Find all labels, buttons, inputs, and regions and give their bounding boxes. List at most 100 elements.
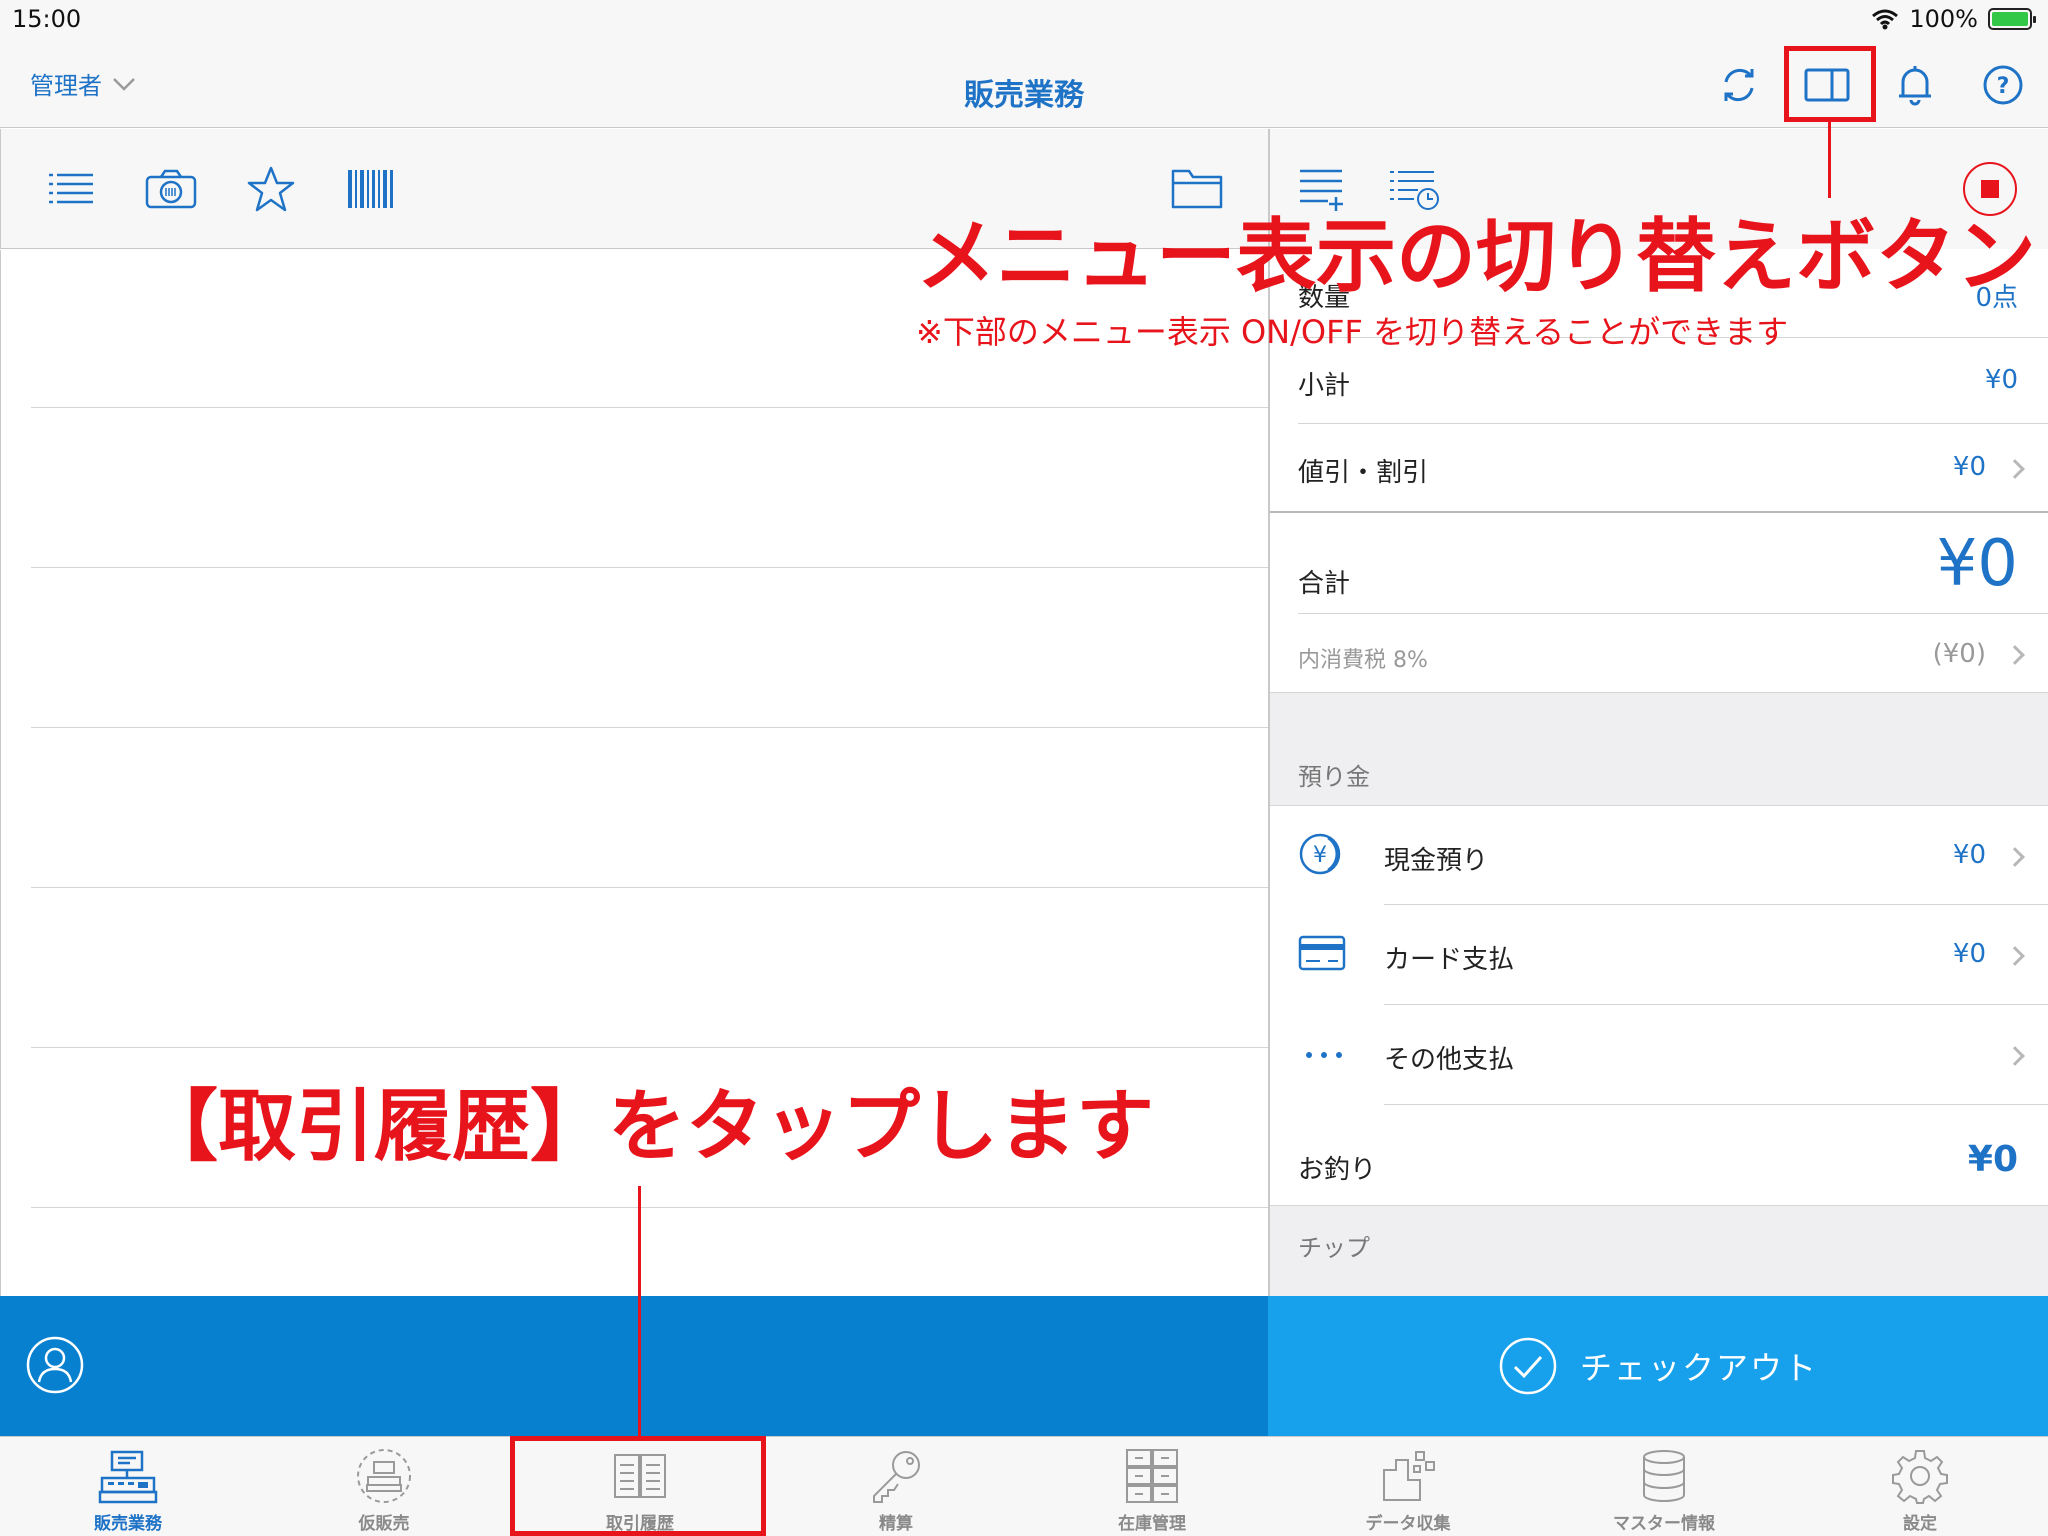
temp-sale-icon [357,1449,411,1503]
barcode-icon [348,170,393,208]
list-divider [31,567,1268,568]
cash-deposit-value: ¥0 [1952,840,1986,870]
checkout-button[interactable]: チェックアウト [1268,1296,2048,1436]
chevron-right-icon [2005,459,2025,479]
tax-row[interactable]: 内消費税 8% (¥0) [1270,614,2048,692]
folder-button[interactable] [1169,161,1225,217]
list-view-button[interactable] [43,161,99,217]
menu-toggle-callout-line [1828,122,1831,198]
chevron-right-icon [2005,946,2025,966]
key-icon [873,1451,920,1503]
cash-deposit-row[interactable]: ¥ 現金預り ¥0 [1270,806,2048,906]
held-orders-button[interactable] [1386,161,1442,217]
tip-section-header: チップ [1270,1205,2048,1296]
barcode-button[interactable] [343,161,399,217]
chevron-right-icon [2005,1046,2025,1066]
credit-card-icon [1298,935,1346,971]
other-payment-row[interactable]: その他支払 [1270,1005,2048,1105]
inventory-icon [1126,1449,1178,1503]
chevron-right-icon [2005,847,2025,867]
change-value: ¥0 [1967,1139,2018,1180]
add-item-list-button[interactable] [1294,161,1350,217]
stop-icon [1963,162,2017,216]
tab-settlement[interactable]: 精算 [768,1437,1024,1536]
list-divider [31,1047,1268,1048]
other-payment-label: その他支払 [1384,1045,1515,1075]
register-icon [98,1450,158,1504]
discount-row[interactable]: 値引・割引 ¥0 [1270,424,2048,512]
cart-summary-panel: 数量 0点 小計 ¥0 値引・割引 ¥0 合計 ¥0 内消費税 8% (¥0) … [1270,249,2048,1296]
subtotal-label: 小計 [1298,371,1351,401]
deposit-section-header: 預り金 [1270,692,2048,806]
total-label: 合計 [1298,569,1351,599]
tab-label: 仮販売 [358,1514,410,1534]
list-divider [31,407,1268,408]
chevron-right-icon [2005,645,2025,665]
change-label: お釣り [1298,1155,1377,1185]
customer-icon[interactable] [26,1336,84,1394]
more-dots-icon [1306,1052,1342,1058]
discount-value: ¥0 [1952,452,1986,482]
card-payment-row[interactable]: カード支払 ¥0 [1270,905,2048,1005]
wifi-icon [1872,9,1899,30]
list-divider [31,1207,1268,1208]
star-icon [247,166,295,212]
notification-button[interactable] [1888,58,1942,112]
status-time: 15:00 [12,5,82,33]
tab-data-collection[interactable]: データ収集 [1280,1437,1536,1536]
list-clock-icon [1390,171,1439,210]
total-value: ¥0 [1936,527,2018,601]
list-icon [49,173,93,204]
camera-scan-button[interactable] [143,161,199,217]
tax-value: (¥0) [1932,639,1986,669]
tab-label: 販売業務 [94,1514,162,1534]
tip-section-label: チップ [1298,1234,1370,1262]
menu-toggle-annotation-note: ※下部のメニュー表示 ON/OFF を切り替えることができます [916,313,1789,351]
tab-label: データ収集 [1365,1514,1451,1534]
help-button[interactable]: ? [1976,58,2030,112]
total-row: 合計 ¥0 [1270,513,2048,613]
list-divider [31,887,1268,888]
favorites-button[interactable] [243,161,299,217]
card-payment-label: カード支払 [1384,945,1515,975]
battery-icon [1988,8,2036,30]
status-bar: 15:00 100% [0,0,2048,40]
subtotal-value: ¥0 [1984,365,2018,395]
tab-sales[interactable]: 販売業務 [0,1437,256,1536]
change-row: お釣り ¥0 [1270,1105,2048,1205]
gear-icon [1892,1450,1948,1504]
status-indicators: 100% [1871,5,2036,33]
history-tab-highlight [510,1436,766,1536]
menu-toggle-annotation-title: メニュー表示の切り替えボタン [916,210,2036,303]
database-icon [1643,1450,1685,1502]
menu-toggle-highlight [1784,46,1876,122]
discount-label: 値引・割引 [1298,458,1429,488]
history-annotation-instruction: 【取引履歴】をタップします [140,1082,1155,1172]
cash-deposit-label: 現金預り [1384,846,1489,876]
history-callout-line [638,1186,641,1438]
tab-settings[interactable]: 設定 [1792,1437,2048,1536]
list-add-icon [1300,169,1343,211]
sync-button[interactable] [1712,58,1766,112]
data-collection-icon [1383,1451,1435,1501]
camera-icon [145,169,197,209]
svg-text:?: ? [1997,74,2010,99]
list-divider [31,727,1268,728]
deposit-section-label: 預り金 [1298,763,1370,791]
tax-label: 内消費税 8% [1298,648,1428,673]
tab-temp-sale[interactable]: 仮販売 [256,1437,512,1536]
svg-text:¥: ¥ [1313,843,1327,868]
checkmark-circle-icon [1499,1337,1557,1395]
bell-icon [1899,66,1931,106]
tab-label: 設定 [1903,1514,1937,1534]
customer-bar [0,1296,1268,1436]
help-icon: ? [1983,65,2023,105]
stop-button[interactable] [1962,161,2018,217]
tab-master-info[interactable]: マスター情報 [1536,1437,1792,1536]
yen-coin-icon: ¥ [1299,833,1341,875]
tab-bar: 販売業務 仮販売 取引履歴 精算 在庫管理 データ収集 マスター情報 設定 [0,1436,2048,1536]
checkout-label: チェックアウト [1579,1349,1818,1387]
folder-icon [1171,169,1223,209]
tab-inventory[interactable]: 在庫管理 [1024,1437,1280,1536]
tab-label: マスター情報 [1613,1514,1715,1534]
